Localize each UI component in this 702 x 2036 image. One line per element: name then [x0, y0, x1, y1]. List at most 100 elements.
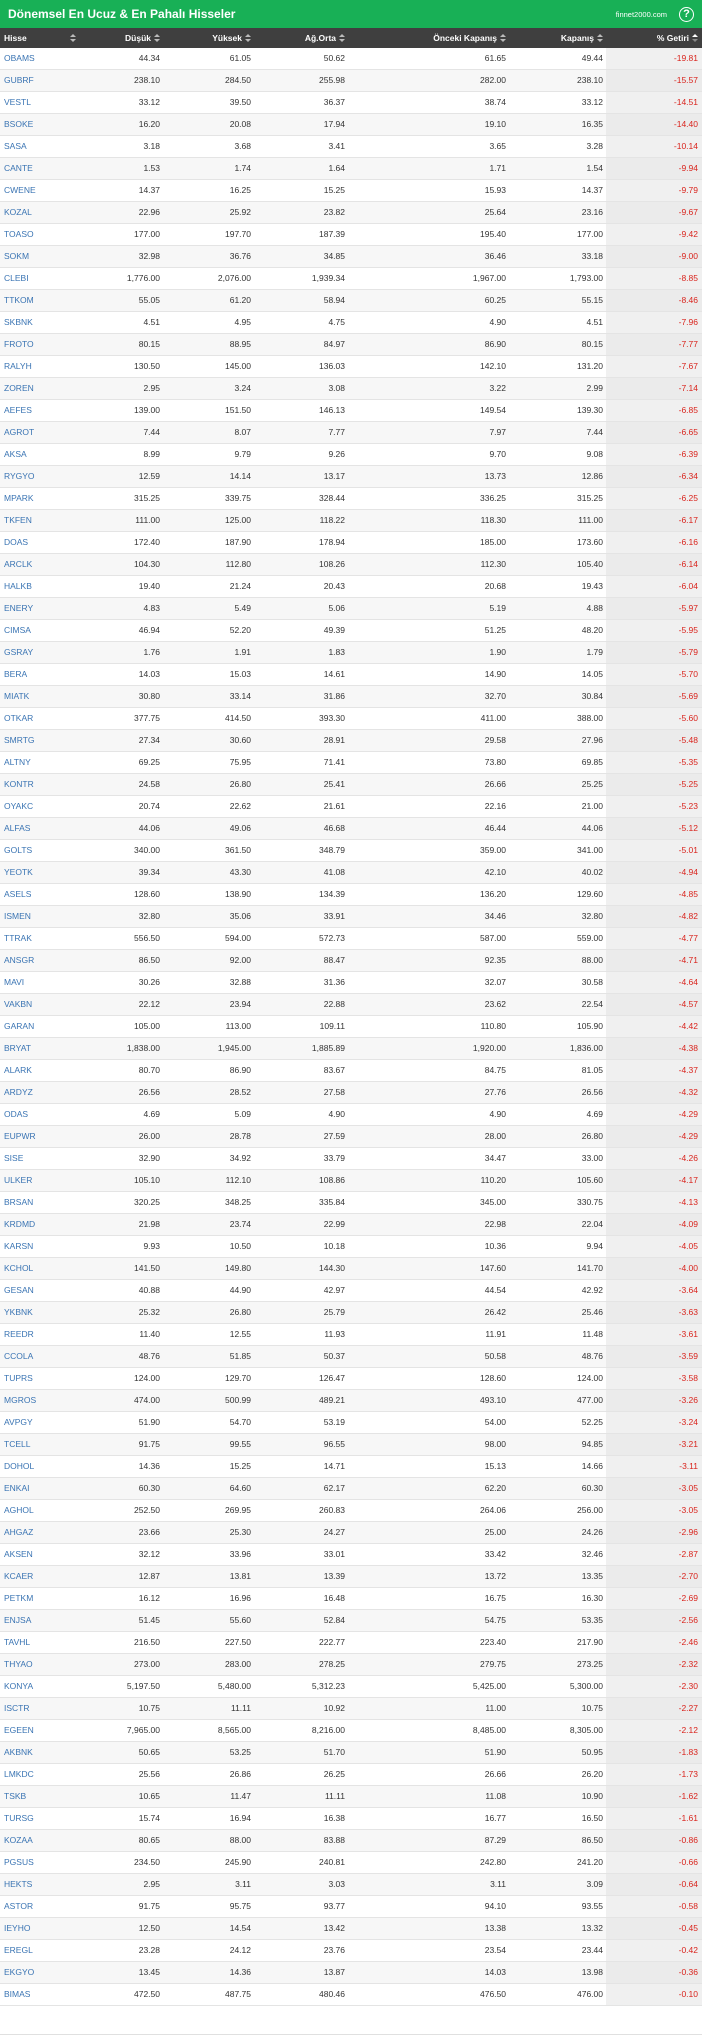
row-symbol[interactable]: ANSGR	[4, 950, 34, 971]
row-symbol[interactable]: ENERY	[4, 598, 33, 619]
row-symbol[interactable]: ZOREN	[4, 378, 34, 399]
row-symbol[interactable]: SMRTG	[4, 730, 35, 751]
col-onceki[interactable]: Önceki Kapanış	[345, 28, 506, 48]
row-symbol[interactable]: REEDR	[4, 1324, 34, 1345]
row-low: 22.96	[138, 207, 160, 217]
row-symbol[interactable]: ENKAI	[4, 1478, 30, 1499]
row-symbol[interactable]: OBAMS	[4, 48, 35, 69]
row-symbol[interactable]: KCHOL	[4, 1258, 33, 1279]
row-symbol[interactable]: CWENE	[4, 180, 36, 201]
row-symbol[interactable]: VESTL	[4, 92, 31, 113]
row-symbol[interactable]: PETKM	[4, 1588, 33, 1609]
row-symbol[interactable]: AGROT	[4, 422, 34, 443]
row-symbol[interactable]: PGSUS	[4, 1852, 34, 1873]
site-label[interactable]: finnet2000.com	[616, 10, 667, 19]
row-symbol[interactable]: LMKDC	[4, 1764, 34, 1785]
row-symbol[interactable]: ALFAS	[4, 818, 30, 839]
row-symbol[interactable]: AGHOL	[4, 1500, 34, 1521]
row-symbol[interactable]: ASELS	[4, 884, 31, 905]
col-dusuk[interactable]: Düşük	[70, 28, 160, 48]
row-symbol[interactable]: KARSN	[4, 1236, 33, 1257]
row-symbol[interactable]: TAVHL	[4, 1632, 30, 1653]
row-symbol[interactable]: SISE	[4, 1148, 23, 1169]
row-symbol[interactable]: AKBNK	[4, 1742, 33, 1763]
row-symbol[interactable]: EREGL	[4, 1940, 33, 1961]
row-symbol[interactable]: BRSAN	[4, 1192, 33, 1213]
row-symbol[interactable]: BERA	[4, 664, 27, 685]
row-symbol[interactable]: KCAER	[4, 1566, 33, 1587]
row-symbol[interactable]: GSRAY	[4, 642, 33, 663]
row-symbol[interactable]: TUPRS	[4, 1368, 33, 1389]
row-symbol[interactable]: HEKTS	[4, 1874, 32, 1895]
row-symbol[interactable]: GARAN	[4, 1016, 34, 1037]
row-symbol[interactable]: TTRAK	[4, 928, 32, 949]
row-symbol[interactable]: AVPGY	[4, 1412, 33, 1433]
row-symbol[interactable]: TCELL	[4, 1434, 30, 1455]
row-symbol[interactable]: KOZAL	[4, 202, 32, 223]
row-symbol[interactable]: ISCTR	[4, 1698, 30, 1719]
col-getiri[interactable]: % Getiri	[606, 28, 698, 48]
row-symbol[interactable]: ODAS	[4, 1104, 28, 1125]
help-icon[interactable]: ?	[679, 6, 694, 22]
row-symbol[interactable]: FROTO	[4, 334, 34, 355]
row-symbol[interactable]: DOAS	[4, 532, 28, 553]
row-symbol[interactable]: YEOTK	[4, 862, 33, 883]
row-symbol[interactable]: THYAO	[4, 1654, 33, 1675]
row-symbol[interactable]: DOHOL	[4, 1456, 34, 1477]
row-symbol[interactable]: MPARK	[4, 488, 34, 509]
row-symbol[interactable]: ALARK	[4, 1060, 32, 1081]
table-bottom-border	[0, 2034, 702, 2035]
row-symbol[interactable]: TSKB	[4, 1786, 26, 1807]
row-symbol[interactable]: KONTR	[4, 774, 34, 795]
row-symbol[interactable]: RYGYO	[4, 466, 35, 487]
row-symbol[interactable]: SOKM	[4, 246, 29, 267]
row-symbol[interactable]: ARCLK	[4, 554, 32, 575]
row-symbol[interactable]: ENJSA	[4, 1610, 31, 1631]
row-symbol[interactable]: HALKB	[4, 576, 32, 597]
row-symbol[interactable]: EKGYO	[4, 1962, 34, 1983]
row-symbol[interactable]: GOLTS	[4, 840, 32, 861]
row-symbol[interactable]: ALTNY	[4, 752, 31, 773]
col-agorta[interactable]: Ağ.Orta	[251, 28, 345, 48]
row-symbol[interactable]: ULKER	[4, 1170, 32, 1191]
row-symbol[interactable]: KONYA	[4, 1676, 33, 1697]
row-symbol[interactable]: EUPWR	[4, 1126, 36, 1147]
row-symbol[interactable]: VAKBN	[4, 994, 32, 1015]
row-symbol[interactable]: CIMSA	[4, 620, 31, 641]
row-symbol[interactable]: MAVI	[4, 972, 24, 993]
row-symbol[interactable]: RALYH	[4, 356, 32, 377]
row-symbol[interactable]: CANTE	[4, 158, 33, 179]
row-symbol[interactable]: GUBRF	[4, 70, 34, 91]
row-symbol[interactable]: IEYHO	[4, 1918, 30, 1939]
row-symbol[interactable]: MGROS	[4, 1390, 36, 1411]
row-symbol[interactable]: TTKOM	[4, 290, 34, 311]
row-symbol[interactable]: BSOKE	[4, 114, 33, 135]
col-hisse[interactable]: Hisse	[4, 28, 76, 48]
row-symbol[interactable]: OTKAR	[4, 708, 33, 729]
row-symbol[interactable]: TKFEN	[4, 510, 32, 531]
row-symbol[interactable]: TURSG	[4, 1808, 34, 1829]
row-symbol[interactable]: BIMAS	[4, 1984, 30, 2005]
row-symbol[interactable]: GESAN	[4, 1280, 34, 1301]
row-symbol[interactable]: AKSEN	[4, 1544, 33, 1565]
row-symbol[interactable]: AKSA	[4, 444, 27, 465]
row-symbol[interactable]: YKBNK	[4, 1302, 33, 1323]
row-symbol[interactable]: SKBNK	[4, 312, 33, 333]
row-symbol[interactable]: AHGAZ	[4, 1522, 33, 1543]
row-symbol[interactable]: KRDMD	[4, 1214, 35, 1235]
row-symbol[interactable]: KOZAA	[4, 1830, 33, 1851]
row-symbol[interactable]: BRYAT	[4, 1038, 31, 1059]
row-symbol[interactable]: TOASO	[4, 224, 34, 245]
row-symbol[interactable]: OYAKC	[4, 796, 33, 817]
col-yuksek[interactable]: Yüksek	[160, 28, 251, 48]
row-symbol[interactable]: MIATK	[4, 686, 29, 707]
row-symbol[interactable]: ISMEN	[4, 906, 31, 927]
row-symbol[interactable]: ASTOR	[4, 1896, 33, 1917]
row-symbol[interactable]: ARDYZ	[4, 1082, 33, 1103]
row-symbol[interactable]: SASA	[4, 136, 27, 157]
row-symbol[interactable]: CLEBI	[4, 268, 29, 289]
row-symbol[interactable]: EGEEN	[4, 1720, 34, 1741]
col-kapanis[interactable]: Kapanış	[506, 28, 603, 48]
row-symbol[interactable]: AEFES	[4, 400, 32, 421]
row-symbol[interactable]: CCOLA	[4, 1346, 33, 1367]
